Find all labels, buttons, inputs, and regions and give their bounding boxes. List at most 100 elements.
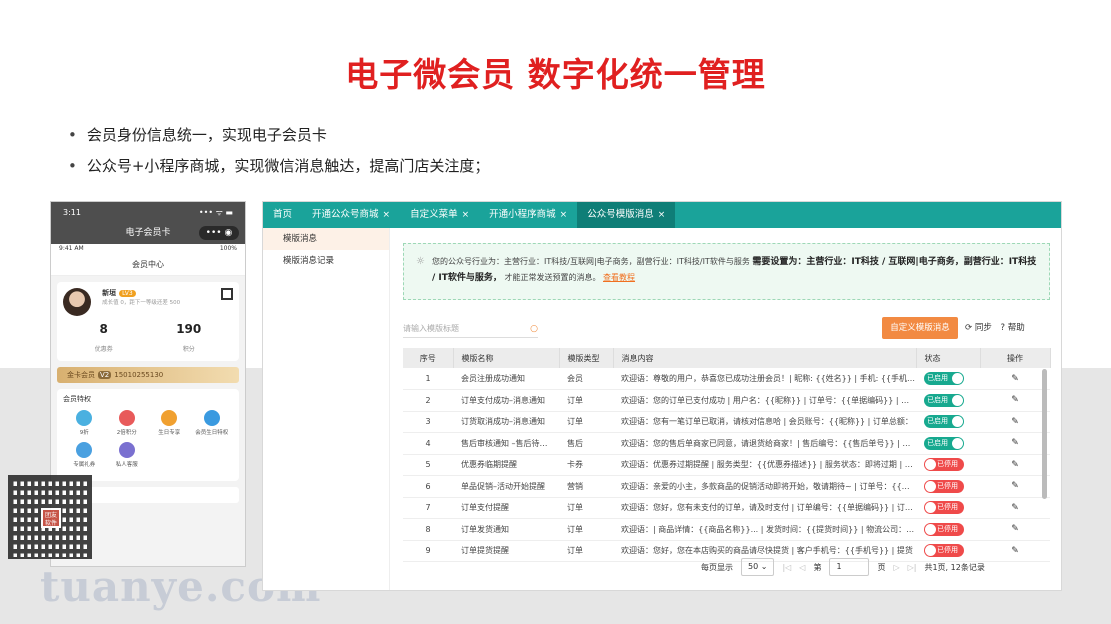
status-cell: 已启用 (916, 389, 980, 412)
close-icon[interactable]: × (560, 210, 568, 220)
close-icon[interactable]: × (383, 210, 391, 220)
status-toggle[interactable]: 已停用 (924, 522, 964, 536)
edit-icon[interactable]: ✎ (1011, 503, 1019, 513)
prev-page-icon[interactable]: ◁ (799, 563, 805, 572)
table-row[interactable]: 1 会员注册成功通知 会员 欢迎语：尊敬的用户，恭喜您已成功注册会员！| 昵称: {{… (403, 368, 1050, 390)
template-type: 营销 (559, 475, 613, 498)
member-privileges: 会员特权 9折 2倍积分 生日专享 会员生日特权专属礼券 私人客服 (57, 389, 239, 481)
admin-panel: 首页 开通公众号商城 × 自定义菜单 × 开通小程序商城 × 公众号模版消息 × 模版消息 模版… (262, 201, 1062, 591)
status-toggle[interactable]: 已启用 (924, 372, 964, 385)
search-placeholder: 请输入模版标题 (403, 324, 459, 333)
row-number: 1 (403, 368, 453, 390)
battery-label: 100% (219, 245, 237, 252)
tab-3[interactable]: 开通小程序商城 × (479, 202, 577, 228)
search-input[interactable]: 请输入模版标题 ○ (403, 320, 538, 338)
qr-code-icon[interactable] (221, 288, 233, 300)
table-row[interactable]: 8 订单发货通知 订单 欢迎语：| 商品详情：{{商品名称}}... | 发货时间：{… (403, 518, 1050, 541)
edit-icon[interactable]: ✎ (1011, 524, 1019, 534)
coupon-stat[interactable]: 8 优惠券 (95, 322, 113, 355)
next-page-icon[interactable]: ▷ (893, 563, 899, 572)
first-page-icon[interactable]: |◁ (782, 563, 791, 572)
template-name: 订单提货提醒 (453, 540, 559, 562)
template-type: 订单 (559, 389, 613, 412)
user-card[interactable]: 新垣 LV3 成长值 0，距下一等级还差 500 8 优惠券 190 积分 (57, 282, 239, 361)
per-page-select[interactable]: 50 ⌄ (741, 558, 775, 576)
table-scrollbar[interactable] (1042, 369, 1047, 499)
edit-icon[interactable]: ✎ (1011, 395, 1019, 405)
status-toggle[interactable]: 已启用 (924, 436, 964, 450)
tab-2[interactable]: 自定义菜单 × (400, 202, 479, 228)
last-page-icon[interactable]: ▷| (908, 563, 917, 572)
phone-page-title: 电子会员卡 (125, 228, 171, 238)
action-cell: ✎ (980, 518, 1050, 541)
table-row[interactable]: 4 售后审核通知 –售后待… 售后 欢迎语：您的售后单商家已同意，请退货给商家！| 售… (403, 432, 1050, 455)
status-toggle[interactable]: 已启用 (924, 393, 964, 407)
status-toggle[interactable]: 已停用 (924, 479, 964, 493)
mini-program-capsule-button[interactable]: ••• ◉ (199, 226, 239, 240)
privilege-icon (203, 410, 220, 426)
privilege-item[interactable]: 专属礼券 (63, 442, 106, 468)
chevron-down-icon: ⌄ (760, 562, 768, 571)
privilege-icon (118, 442, 135, 458)
privilege-label: 专属礼券 (73, 462, 96, 468)
status-toggle[interactable]: 已停用 (924, 544, 964, 558)
bullet-list: 会员身份信息统一，实现电子会员卡 公众号+小程序商城，实现微信消息触达，提高门店… (68, 120, 490, 182)
signal-icon: ••• ᯤ ▬ (198, 207, 233, 217)
privilege-item[interactable]: 2倍积分 (106, 410, 149, 436)
gold-badge: V2 (98, 371, 112, 379)
status-toggle[interactable]: 已启用 (924, 415, 964, 429)
search-icon[interactable]: ○ (530, 320, 538, 338)
custom-template-button[interactable]: 自定义模版消息 (882, 317, 958, 339)
edit-icon[interactable]: ✎ (1011, 481, 1019, 491)
edit-icon[interactable]: ✎ (1011, 438, 1019, 448)
edit-icon[interactable]: ✎ (1011, 546, 1019, 556)
status-toggle[interactable]: 已停用 (924, 458, 964, 472)
sidebar-item-message-records[interactable]: 模版消息记录 (263, 250, 389, 272)
action-cell: ✎ (980, 454, 1050, 476)
tab-1[interactable]: 开通公众号商城 × (302, 202, 400, 228)
toolbar-links: ⟳ 同步 ? 帮助 (965, 321, 1025, 333)
view-tutorial-link[interactable]: 查看教程 (603, 273, 635, 282)
edit-icon[interactable]: ✎ (1011, 460, 1019, 470)
template-type: 订单 (559, 497, 613, 519)
row-number: 9 (403, 540, 453, 562)
table-row[interactable]: 2 订单支付成功–消息通知 订单 欢迎语：您的订单已支付成功 | 用户名：{{昵称}}… (403, 389, 1050, 412)
tab-0[interactable]: 首页 (263, 202, 302, 228)
privilege-item[interactable]: 私人客服 (106, 442, 149, 468)
privilege-label: 会员生日特权 (195, 430, 229, 436)
sidebar-item-template-message[interactable]: 模版消息 (263, 228, 389, 250)
edit-icon[interactable]: ✎ (1011, 374, 1019, 384)
row-number: 3 (403, 411, 453, 433)
privilege-icon (161, 410, 178, 426)
sync-button[interactable]: ⟳ 同步 (965, 323, 992, 333)
tab-4[interactable]: 公众号模版消息 × (577, 202, 676, 228)
table-row[interactable]: 5 优惠券临期提醒 卡券 欢迎语：优惠券过期提醒 | 服务类型：{{优惠券描述}} |… (403, 454, 1050, 476)
privileges-title: 会员特权 (63, 395, 91, 403)
table-row[interactable]: 7 订单支付提醒 订单 欢迎语：您好，您有未支付的订单，请及时支付 | 订单编号：{{… (403, 497, 1050, 519)
status-cell: 已启用 (916, 411, 980, 433)
privilege-item[interactable]: 9折 (63, 410, 106, 436)
help-button[interactable]: ? 帮助 (1001, 323, 1025, 333)
page-input[interactable]: 1 (829, 558, 870, 576)
edit-icon[interactable]: ✎ (1011, 417, 1019, 427)
avatar (63, 288, 91, 316)
status-cell: 已启用 (916, 432, 980, 455)
table-row[interactable]: 3 订货取消成功–消息通知 订单 欢迎语：您有一笔订单已取消，请核对信息哈 | 会员账… (403, 411, 1050, 433)
close-icon[interactable]: × (658, 210, 666, 220)
points-stat[interactable]: 190 积分 (176, 322, 201, 355)
coupon-count: 8 (99, 322, 108, 336)
page-label: 第 (813, 562, 822, 572)
table-row[interactable]: 6 单品促销–活动开始提醒 营销 欢迎语：亲爱的小主，多款商品的促销活动即将开始，敬请… (403, 475, 1050, 498)
col-header-status: 状态 (916, 348, 981, 368)
status-toggle[interactable]: 已停用 (924, 501, 964, 515)
gold-member-card[interactable]: 金卡会员 V2 15010255130 (57, 367, 239, 383)
tab-label: 首页 (273, 209, 293, 220)
close-icon[interactable]: × (462, 210, 470, 220)
privilege-item[interactable]: 会员生日特权 (191, 410, 234, 436)
sidebar: 模版消息 模版消息记录 (263, 228, 390, 590)
tab-label: 自定义菜单 (410, 209, 458, 220)
phone-nav-bar: 电子会员卡 ••• ◉ (51, 222, 245, 244)
privilege-item[interactable]: 生日专享 (148, 410, 191, 436)
status-cell: 已停用 (916, 475, 980, 498)
template-name: 订单支付成功–消息通知 (453, 389, 559, 412)
